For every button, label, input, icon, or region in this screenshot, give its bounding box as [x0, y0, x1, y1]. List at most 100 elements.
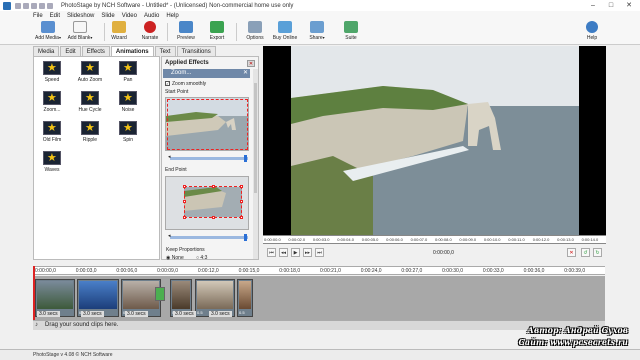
effect-old-film[interactable]: Old Film	[37, 121, 67, 143]
star-icon	[81, 91, 99, 105]
crop-handle[interactable]	[212, 185, 215, 188]
preview-window[interactable]	[263, 46, 606, 235]
effect-zoom[interactable]: Zoom...	[37, 91, 67, 113]
zoom-effect-header[interactable]: Zoom... ✕	[163, 69, 250, 78]
wizard-button[interactable]: Wizard	[108, 21, 130, 43]
end-point-label: End Point	[165, 167, 187, 173]
timeline-ruler[interactable]: 0:00:00,0 0:00:03,0 0:00:06,0 0:00:09,0 0:00…	[33, 266, 605, 275]
remove-effect-button[interactable]: ✕	[247, 60, 255, 67]
tab-effects[interactable]: Effects	[81, 46, 110, 56]
start-point-slider[interactable]	[170, 155, 248, 162]
menu-audio[interactable]: Audio	[144, 13, 159, 19]
tab-media[interactable]: Media	[33, 46, 60, 56]
effect-label: Zoom...	[43, 107, 61, 113]
start-point-label: Start Point	[165, 89, 189, 95]
menu-help[interactable]: Help	[166, 13, 178, 19]
star-icon	[81, 121, 99, 135]
maximize-icon[interactable]: □	[602, 0, 620, 11]
narrate-button[interactable]: Narrate	[139, 21, 161, 43]
add-blank-button[interactable]: Add Blank▾	[66, 21, 94, 43]
slide-clip[interactable]: 0.5	[237, 279, 253, 317]
scroll-thumb[interactable]	[254, 83, 257, 193]
rotate-right-icon[interactable]: ↻	[593, 248, 602, 257]
tab-animations[interactable]: Animations	[110, 46, 154, 56]
effect-ripple[interactable]: Ripple	[75, 121, 105, 143]
end-point-preview[interactable]	[165, 176, 249, 230]
effect-pan[interactable]: Pan	[113, 61, 143, 83]
preview-ruler-label: 0:00:02.0	[288, 237, 306, 242]
skip-end-icon[interactable]: ⏭	[315, 248, 324, 257]
effect-noise[interactable]: Noise	[113, 91, 143, 113]
chevron-left-icon[interactable]: ◂	[168, 154, 171, 160]
play-icon[interactable]: ▶	[291, 248, 300, 257]
crop-handle[interactable]	[240, 200, 243, 203]
start-point-preview[interactable]	[165, 97, 249, 151]
crop-handle[interactable]	[240, 185, 243, 188]
crop-handle[interactable]	[183, 185, 186, 188]
clip-caption: 3.0 secs	[37, 311, 60, 317]
rotate-left-icon[interactable]: ↺	[581, 248, 590, 257]
radio-4x3[interactable]: ○ 4:3	[196, 255, 207, 261]
preview-button[interactable]: Preview	[174, 21, 198, 43]
undo-icon[interactable]	[39, 2, 45, 9]
preview-ruler-label: 0:00:06.0	[386, 237, 403, 242]
chevron-left-icon[interactable]: ◂	[168, 233, 171, 239]
start-crop-rect[interactable]	[167, 99, 248, 150]
options-button[interactable]: Options	[243, 21, 267, 43]
preview-ruler-label: 0:00:11.0	[508, 237, 525, 242]
slider-knob[interactable]	[244, 234, 247, 241]
crop-handle[interactable]	[183, 216, 186, 219]
menu-video[interactable]: Video	[122, 13, 137, 19]
clip-thumbnail	[172, 281, 190, 309]
effect-auto-zoom[interactable]: Auto Zoom	[75, 61, 105, 83]
close-icon[interactable]: ✕	[620, 0, 638, 11]
end-crop-rect[interactable]	[184, 186, 242, 218]
sound-track[interactable]: ♪ Drag your sound clips here.	[33, 320, 605, 330]
timeline-ruler-label: 0:00:00,0	[35, 268, 56, 274]
stop-icon[interactable]: ✕	[567, 248, 576, 257]
skip-start-icon[interactable]: ⏮	[267, 248, 276, 257]
preview-ruler[interactable]: 0:00:00.0 0:00:02.0 0:00:03.0 0:00:04.0 0:00…	[263, 235, 606, 244]
help-button[interactable]: Help	[582, 21, 602, 43]
minimize-icon[interactable]: –	[584, 0, 602, 11]
menu-edit[interactable]: Edit	[50, 13, 60, 19]
tab-transitions[interactable]: Transitions	[176, 46, 216, 56]
redo-icon[interactable]	[47, 2, 53, 9]
buy-online-button[interactable]: Buy Online	[270, 21, 300, 43]
tab-edit[interactable]: Edit	[60, 46, 81, 56]
tab-text[interactable]: Text	[154, 46, 176, 56]
add-media-button[interactable]: Add Media▾	[34, 21, 62, 43]
menu-slide[interactable]: Slide	[101, 13, 114, 19]
effect-waves[interactable]: Waves	[37, 151, 67, 173]
share-button[interactable]: Share▾	[306, 21, 328, 43]
animations-panel: Speed Auto Zoom Pan Zoom... Hue Cycle No…	[33, 56, 160, 260]
effect-hue-cycle[interactable]: Hue Cycle	[75, 91, 105, 113]
rewind-icon[interactable]: ◂◂	[279, 248, 288, 257]
menu-file[interactable]: File	[33, 13, 43, 19]
crop-handle[interactable]	[240, 216, 243, 219]
applied-scrollbar[interactable]	[253, 69, 258, 259]
transition-icon[interactable]	[155, 287, 165, 301]
fast-forward-icon[interactable]: ▸▸	[303, 248, 312, 257]
open-icon[interactable]	[23, 2, 29, 9]
crop-handle[interactable]	[183, 200, 186, 203]
timeline-ruler-label: 0:00:39,0	[564, 268, 586, 274]
slider-knob[interactable]	[244, 155, 247, 162]
close-icon[interactable]: ✕	[243, 69, 248, 78]
save-icon[interactable]	[31, 2, 37, 9]
export-label: Export	[209, 35, 225, 41]
crop-handle[interactable]	[212, 216, 215, 219]
export-button[interactable]: Export	[206, 21, 228, 43]
preview-ruler-label: 0:00:13.0	[557, 237, 574, 242]
end-point-slider[interactable]	[170, 234, 248, 241]
quick-access	[15, 2, 53, 9]
effect-speed[interactable]: Speed	[37, 61, 67, 83]
radio-none[interactable]: ◉ None	[166, 255, 184, 261]
star-icon	[43, 91, 61, 105]
effect-spin[interactable]: Spin	[113, 121, 143, 143]
suite-button[interactable]: Suite	[340, 21, 362, 43]
zoom-smoothly-checkbox[interactable]: ✓	[165, 81, 170, 86]
menu-slideshow[interactable]: Slideshow	[67, 13, 94, 19]
new-icon[interactable]	[15, 2, 21, 9]
preview-ruler-label: 0:00:10.0	[483, 237, 501, 242]
